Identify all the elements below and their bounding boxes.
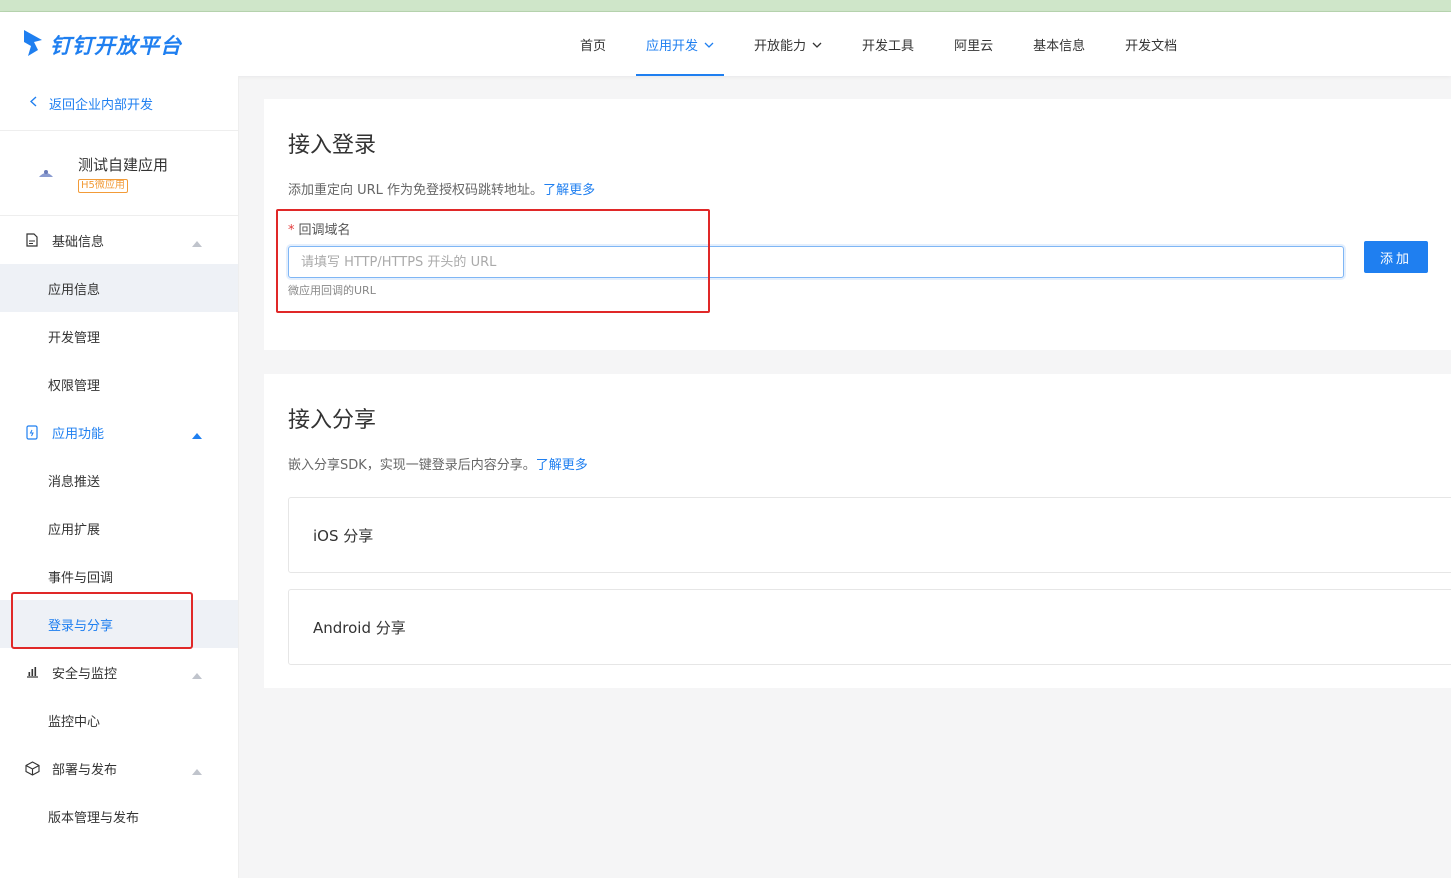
nav-app-dev[interactable]: 应用开发 <box>626 12 734 76</box>
sidebar-menu: 基础信息 应用信息 开发管理 权限管理 应用功能 消息推送 应用扩展 事件与回调… <box>0 216 238 840</box>
cube-icon <box>24 760 40 776</box>
sidebar-group-app-function[interactable]: 应用功能 <box>0 408 238 456</box>
sidebar-item-event-callback[interactable]: 事件与回调 <box>0 552 238 600</box>
sidebar-item-app-info[interactable]: 应用信息 <box>0 264 238 312</box>
sidebar-item-login-share[interactable]: 登录与分享 <box>0 600 238 648</box>
sidebar-group-security[interactable]: 安全与监控 <box>0 648 238 696</box>
collapse-triangle-icon <box>192 668 202 683</box>
logo-text: 钉钉开放平台 <box>50 34 182 58</box>
dingtalk-logo-icon <box>22 28 44 62</box>
app-card: 测试自建应用 H5微应用 <box>0 131 238 216</box>
sidebar-item-version-release[interactable]: 版本管理与发布 <box>0 792 238 840</box>
collapse-triangle-icon <box>192 428 202 443</box>
main-content: 接入登录 添加重定向 URL 作为免登授权码跳转地址。了解更多 *回调域名 微应… <box>264 99 1451 688</box>
logo[interactable]: 钉钉开放平台 <box>22 28 182 62</box>
sidebar-item-dev-manage[interactable]: 开发管理 <box>0 312 238 360</box>
app-type-badge: H5微应用 <box>78 178 128 193</box>
nav-basic-info[interactable]: 基本信息 <box>1013 12 1105 76</box>
add-button[interactable]: 添加 <box>1364 241 1428 273</box>
top-nav: 首页 应用开发 开放能力 开发工具 阿里云 基本信息 开发文档 <box>560 12 1197 76</box>
login-section: 接入登录 添加重定向 URL 作为免登授权码跳转地址。了解更多 *回调域名 微应… <box>264 99 1451 350</box>
share-section-desc: 嵌入分享SDK，实现一键登录后内容分享。了解更多 <box>288 458 588 473</box>
nav-home[interactable]: 首页 <box>560 12 626 76</box>
sidebar-item-monitor-center[interactable]: 监控中心 <box>0 696 238 744</box>
chevron-left-icon <box>29 95 37 111</box>
back-link[interactable]: 返回企业内部开发 <box>0 76 238 131</box>
share-section-title: 接入分享 <box>288 408 377 433</box>
login-learn-more-link[interactable]: 了解更多 <box>543 183 595 198</box>
collapse-triangle-icon <box>192 764 202 779</box>
collapse-triangle-icon <box>192 236 202 251</box>
nav-open-capability[interactable]: 开放能力 <box>734 12 842 76</box>
sidebar-item-message-push[interactable]: 消息推送 <box>0 456 238 504</box>
login-section-title: 接入登录 <box>288 133 377 158</box>
share-section: 接入分享 嵌入分享SDK，实现一键登录后内容分享。了解更多 iOS 分享 And… <box>264 374 1451 688</box>
login-section-desc: 添加重定向 URL 作为免登授权码跳转地址。了解更多 <box>288 183 596 198</box>
required-mark: * <box>288 223 295 238</box>
sidebar: 返回企业内部开发 测试自建应用 H5微应用 基础信息 应用信息 开发管理 权限管… <box>0 76 239 878</box>
app-icon <box>36 163 56 183</box>
bar-chart-icon <box>24 664 40 680</box>
app-name: 测试自建应用 <box>78 155 169 174</box>
share-item-android[interactable]: Android 分享 <box>288 589 1451 665</box>
chevron-down-icon <box>812 37 822 52</box>
sidebar-group-deploy[interactable]: 部署与发布 <box>0 744 238 792</box>
sidebar-group-basic-info[interactable]: 基础信息 <box>0 216 238 264</box>
nav-dev-tools[interactable]: 开发工具 <box>842 12 934 76</box>
phone-icon <box>24 424 40 440</box>
share-learn-more-link[interactable]: 了解更多 <box>536 458 588 473</box>
browser-top-strip <box>0 0 1451 12</box>
sidebar-item-permission[interactable]: 权限管理 <box>0 360 238 408</box>
chevron-down-icon <box>704 37 714 52</box>
top-header: 钉钉开放平台 首页 应用开发 开放能力 开发工具 阿里云 基本信息 开发文档 <box>0 12 1451 76</box>
callback-url-input[interactable] <box>288 246 1344 278</box>
sidebar-item-app-extension[interactable]: 应用扩展 <box>0 504 238 552</box>
callback-url-hint: 微应用回调的URL <box>288 284 376 297</box>
nav-aliyun[interactable]: 阿里云 <box>934 12 1013 76</box>
document-icon <box>24 232 40 248</box>
share-item-ios[interactable]: iOS 分享 <box>288 497 1451 573</box>
callback-domain-label: * 回调域名 <box>288 223 351 238</box>
nav-dev-docs[interactable]: 开发文档 <box>1105 12 1197 76</box>
